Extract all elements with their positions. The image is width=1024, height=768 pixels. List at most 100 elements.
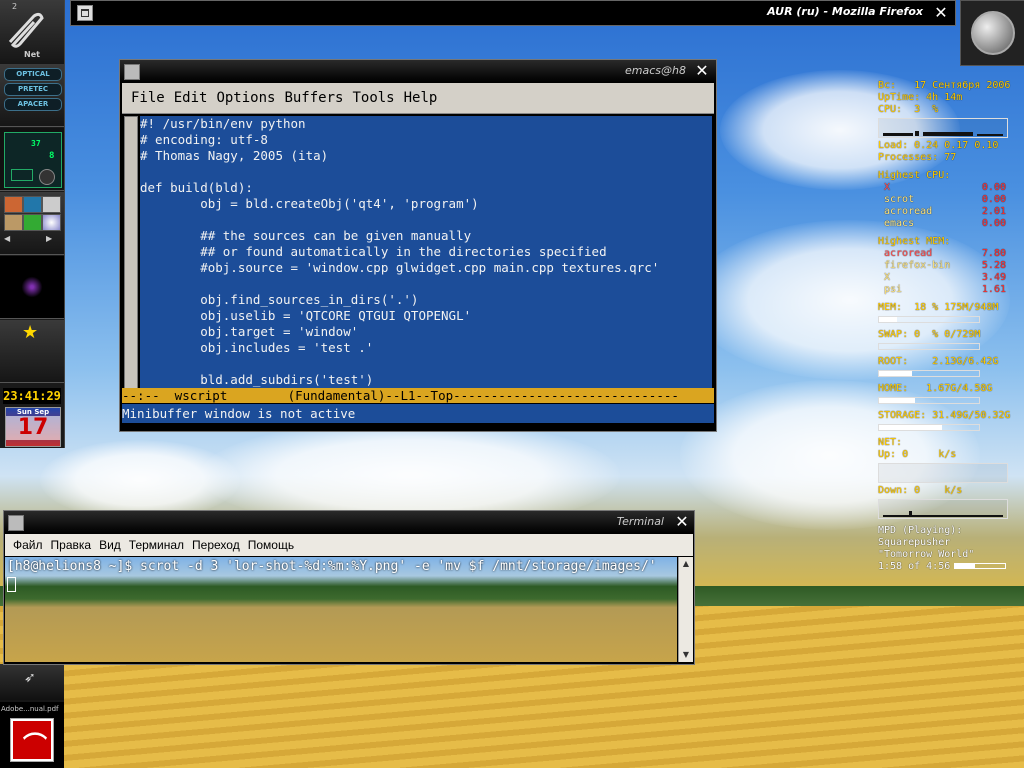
net-down-graph-spikes — [883, 511, 1003, 517]
terminal-cursor — [7, 577, 16, 592]
cloud — [40, 440, 240, 520]
home-line: HOME: 1.67G/4.58G — [878, 383, 993, 394]
code-line: #! /usr/bin/env python — [140, 116, 306, 131]
load-line: Load: 0.24 0.17 0.10 — [878, 140, 999, 151]
menu-edit[interactable]: Правка — [51, 538, 92, 552]
pencil-icon[interactable] — [4, 214, 23, 231]
close-icon[interactable]: ✕ — [674, 512, 690, 531]
menu-help[interactable]: Помощь — [248, 538, 294, 552]
starfield-icon — [6, 264, 58, 310]
emacs-titlebar[interactable]: emacs@h8 ✕ — [120, 60, 716, 82]
terminal-command: [h8@helions8 ~]$ scrot -d 3 'lor-shot-%d… — [7, 559, 657, 574]
gear-icon[interactable] — [23, 214, 42, 231]
emacs-minibuffer[interactable]: Minibuffer window is not active — [122, 404, 714, 423]
close-icon[interactable]: ✕ — [933, 3, 949, 22]
proc-value: 0.00 — [981, 182, 1006, 193]
terminal-body[interactable]: [h8@helions8 ~]$ scrot -d 3 'lor-shot-%d… — [5, 557, 677, 662]
clock: 23:41:29 — [3, 388, 61, 404]
window-menu-button[interactable] — [8, 515, 24, 531]
proc-row: firefox-bin 5.28 — [878, 260, 1018, 272]
swap-bar — [878, 343, 980, 350]
firefox-titlebar[interactable]: AUR (ru) - Mozilla Firefox ✕ — [70, 0, 956, 26]
code-line: #obj.source = 'window.cpp glwidget.cpp m… — [140, 260, 660, 275]
close-icon[interactable]: ✕ — [694, 61, 710, 80]
starfield-dockapp — [0, 256, 64, 319]
mpd-title: "Tomorrow World" — [878, 549, 975, 560]
rocket-launcher[interactable]: ➶ — [0, 664, 64, 700]
drive-apacer[interactable]: APACER — [4, 98, 62, 111]
proc-row: X 0.00 — [878, 182, 1018, 194]
code-line: obj.find_sources_in_dirs('.') — [140, 292, 419, 307]
storage-line: STORAGE: 31.49G/50.32G — [878, 410, 1011, 421]
emacs-window: emacs@h8 ✕ File Edit Options Buffers Tools He… — [119, 59, 717, 432]
mixer-dockapp[interactable]: 37 8 — [0, 128, 64, 191]
net-up-line: Up: 0 k/s — [878, 449, 957, 460]
terminal-scrollbar[interactable]: ▲ ▼ — [678, 557, 693, 662]
highest-cpu-title: Highest CPU: — [878, 170, 951, 181]
firefox-icon[interactable] — [4, 196, 23, 213]
mem-bar — [878, 316, 980, 323]
window-menu-button[interactable] — [124, 64, 140, 80]
emacs-buffer[interactable]: #! /usr/bin/env python # encoding: utf-8… — [140, 116, 712, 388]
code-line: def build(bld): — [140, 180, 253, 195]
emacs-scrollbar[interactable] — [124, 116, 138, 390]
launcher-dockapp: ◀ ▶ — [0, 192, 64, 255]
drive-pretec[interactable]: PRETEC — [4, 83, 62, 96]
menu-tools[interactable]: Tools — [352, 90, 394, 106]
terminal-title: Terminal — [616, 515, 664, 528]
root-bar — [878, 370, 980, 377]
firefox-title: AUR (ru) - Mozilla Firefox — [767, 5, 923, 18]
proc-row: scrot 0.00 — [878, 194, 1018, 206]
quill-icon[interactable] — [42, 196, 61, 213]
taskbar-dock: ➶ Adobe...nual.pdf ⌒ — [0, 664, 64, 768]
menu-terminal[interactable]: Терминал — [129, 538, 184, 552]
net-down-graph — [878, 499, 1008, 519]
net-down-line: Down: 0 k/s — [878, 485, 963, 496]
code-line: bld.add_subdirs('test') — [140, 372, 374, 387]
menu-file[interactable]: Файл — [13, 538, 43, 552]
mpd-status: MPD (Playing): — [878, 525, 963, 536]
taskbar-label: Adobe...nual.pdf — [1, 705, 59, 713]
mixer-slider[interactable] — [11, 169, 33, 181]
scroll-up-icon[interactable]: ▲ — [681, 559, 691, 569]
prev-arrow-icon[interactable]: ◀ — [4, 234, 16, 243]
root-line: ROOT: 2.13G/6.42G — [878, 356, 999, 367]
taskbar-adobe[interactable]: Adobe...nual.pdf ⌒ — [0, 702, 64, 768]
storage-bar-fill — [879, 425, 942, 430]
star-dockapp[interactable]: ★ — [0, 320, 64, 383]
volume-knob[interactable] — [39, 169, 55, 185]
trident-icon[interactable] — [23, 196, 42, 213]
code-line: ## or found automatically in the directo… — [140, 244, 607, 259]
proc-name: emacs — [884, 218, 915, 229]
proc-value: 0.00 — [981, 194, 1006, 205]
star-icon: ★ — [22, 322, 39, 343]
net-label: Net — [24, 50, 40, 59]
menu-go[interactable]: Переход — [192, 538, 240, 552]
menu-help[interactable]: Help — [404, 90, 438, 106]
emacs-title: emacs@h8 — [625, 64, 686, 77]
menu-options[interactable]: Options — [216, 90, 275, 106]
menu-file[interactable]: File — [131, 90, 165, 106]
menu-view[interactable]: Вид — [99, 538, 121, 552]
mixer-value-2: 8 — [49, 151, 55, 161]
menu-buffers[interactable]: Buffers — [284, 90, 343, 106]
mem-bar-fill — [879, 317, 897, 322]
scroll-down-icon[interactable]: ▼ — [681, 650, 691, 660]
workspace-clip[interactable]: 2 Net — [0, 0, 64, 65]
adobe-reader-icon: ⌒ — [10, 718, 54, 762]
drive-dockapp: OPTICAL PRETEC APACER — [0, 64, 64, 127]
proc-row: X 3.49 — [878, 272, 1018, 284]
terminal-titlebar[interactable]: Terminal ✕ — [4, 511, 694, 533]
drive-optical[interactable]: OPTICAL — [4, 68, 62, 81]
disc-icon[interactable] — [42, 214, 61, 231]
next-arrow-icon[interactable]: ▶ — [46, 234, 58, 243]
proc-name: firefox-bin — [884, 260, 951, 271]
system-monitor: Вс: 17 Сентября 2006 UpTime: 4h 14m CPU:… — [878, 80, 1018, 573]
distro-logo[interactable] — [960, 0, 1024, 66]
proc-name: scrot — [884, 194, 915, 205]
window-menu-button[interactable] — [77, 5, 93, 21]
menu-edit[interactable]: Edit — [174, 90, 208, 106]
net-title: NET: — [878, 437, 903, 448]
